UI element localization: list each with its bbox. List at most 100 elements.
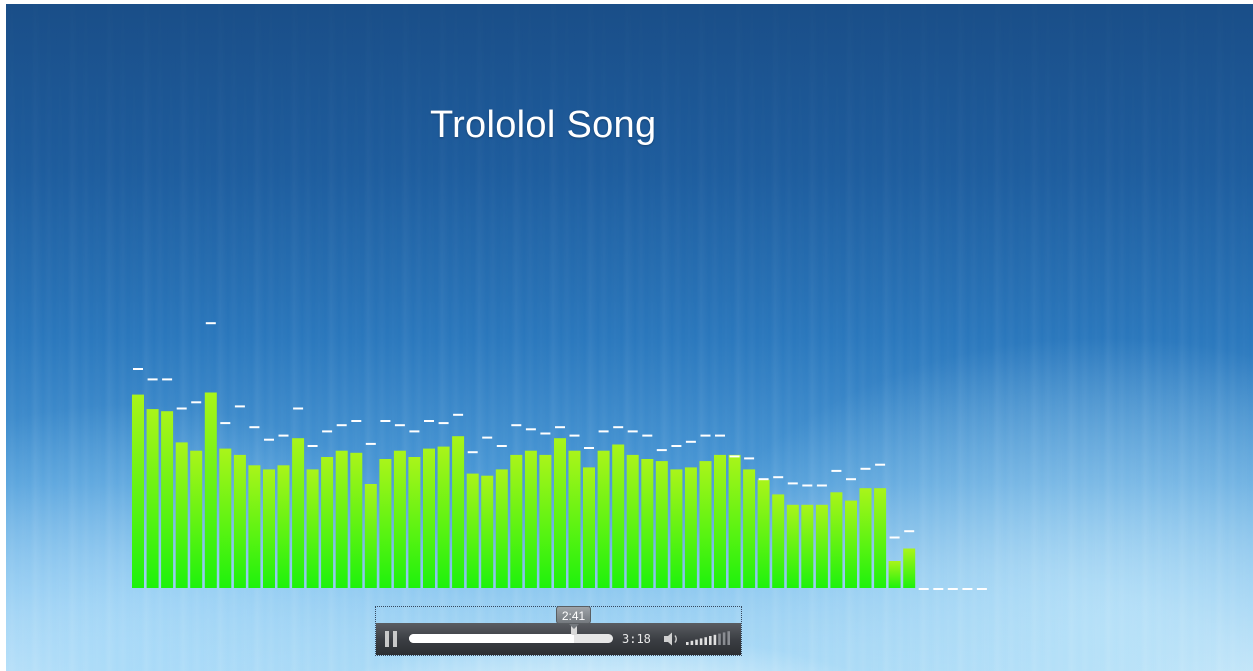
spectrum-peak xyxy=(816,484,827,487)
spectrum-bar xyxy=(830,492,843,588)
spectrum-peak xyxy=(467,451,478,454)
spectrum-peak xyxy=(889,536,900,539)
spectrum-bar xyxy=(132,394,144,588)
spectrum-peak xyxy=(700,434,711,437)
pause-button[interactable] xyxy=(385,631,397,647)
spectrum-peak xyxy=(875,463,886,466)
spectrum-peak xyxy=(162,378,173,381)
spectrum-peak xyxy=(787,482,798,485)
spectrum-peak xyxy=(627,430,638,433)
spectrum-bar xyxy=(393,450,406,588)
spectrum-peak xyxy=(365,442,376,445)
spectrum-peak xyxy=(525,428,536,431)
spectrum-peak xyxy=(511,424,522,427)
spectrum-bar xyxy=(641,459,654,588)
spectrum-bar xyxy=(728,454,741,588)
duration-label: 3:18 xyxy=(622,632,651,646)
spectrum-peak xyxy=(147,378,158,381)
spectrum-bar xyxy=(757,479,770,588)
pause-icon xyxy=(385,631,389,647)
spectrum-peak xyxy=(409,430,420,433)
spectrum-bar xyxy=(699,461,712,588)
spectrum-peak xyxy=(293,407,304,410)
volume-level-step xyxy=(686,642,689,645)
spectrum-peak xyxy=(394,424,405,427)
spectrum-bar xyxy=(277,465,290,588)
spectrum-bar xyxy=(495,469,508,588)
spectrum-bar xyxy=(248,465,261,588)
spectrum-peak xyxy=(569,434,580,437)
spectrum-bar xyxy=(321,457,334,588)
spectrum-bar xyxy=(190,450,203,588)
spectrum-bar xyxy=(335,450,348,588)
spectrum-peak xyxy=(540,432,551,435)
spectrum-bar xyxy=(175,442,188,588)
spectrum-peak xyxy=(918,588,929,590)
volume-level-icon[interactable] xyxy=(686,631,736,647)
seek-tooltip-arrow xyxy=(569,624,579,629)
spectrum-peak xyxy=(322,430,333,433)
spectrum-bar xyxy=(263,469,275,588)
spectrum-bar xyxy=(146,409,159,588)
spectrum-bar xyxy=(801,504,814,588)
volume-level-step xyxy=(704,637,707,645)
spectrum-peak xyxy=(482,436,493,439)
spectrum-peak xyxy=(220,422,231,425)
spectrum-peak xyxy=(176,407,187,410)
spectrum-peak xyxy=(962,588,973,590)
spectrum-peak xyxy=(191,401,202,404)
spectrum-bar xyxy=(815,504,828,588)
spectrum-peak xyxy=(598,430,609,433)
spectrum-bar xyxy=(684,467,697,588)
pause-icon-bar xyxy=(393,631,397,647)
spectrum-bar xyxy=(714,454,726,588)
spectrum-bar xyxy=(597,450,610,588)
spectrum-peak xyxy=(133,368,143,370)
spectrum-bar xyxy=(364,484,377,588)
spectrum-bar xyxy=(786,504,799,588)
spectrum-bar xyxy=(772,494,785,588)
spectrum-peak xyxy=(773,476,784,479)
spectrum-bar xyxy=(743,469,756,588)
speaker-icon[interactable] xyxy=(662,631,682,647)
spectrum-bar xyxy=(408,457,421,588)
spectrum-peak xyxy=(438,422,449,425)
spectrum-bar xyxy=(350,452,363,588)
spectrum-peak xyxy=(613,426,624,429)
spectrum-peak xyxy=(264,438,274,441)
spectrum-peak xyxy=(496,445,507,447)
spectrum-peak xyxy=(424,420,434,422)
spectrum-peak xyxy=(802,484,813,487)
spectrum-bar xyxy=(510,454,523,588)
spectrum-peak xyxy=(584,447,594,449)
spectrum-bar xyxy=(859,488,872,588)
volume-level-step xyxy=(722,632,726,645)
spectrum-bar xyxy=(670,469,683,588)
spectrum-bar xyxy=(466,473,479,588)
spectrum-bar xyxy=(219,448,232,588)
spectrum-bar xyxy=(874,488,887,588)
volume-level-step xyxy=(690,640,694,645)
volume-level-step xyxy=(718,633,721,645)
spectrum-bar xyxy=(524,450,537,588)
seek-time-tooltip: 2:41 xyxy=(556,606,591,624)
spectrum-peak xyxy=(205,322,216,325)
spectrum-peak xyxy=(947,588,958,590)
volume-level-step xyxy=(727,631,730,645)
spectrum-bar xyxy=(888,561,901,588)
spectrum-peak xyxy=(278,434,289,437)
volume-level-step xyxy=(699,638,703,645)
spectrum-peak xyxy=(234,405,245,408)
spectrum-peak xyxy=(758,478,769,481)
spectrum-bar xyxy=(292,438,305,588)
spectrum-bar xyxy=(379,459,392,588)
spectrum-peak xyxy=(249,426,260,429)
spectrum-peak xyxy=(846,478,856,481)
spectrum-bar xyxy=(539,454,552,588)
spectrum-bar xyxy=(437,446,450,588)
spectrum-peak xyxy=(307,445,318,447)
spectrum-peak xyxy=(380,420,391,422)
volume-level-step xyxy=(695,639,698,645)
spectrum-bars xyxy=(132,392,916,588)
seek-bar[interactable] xyxy=(409,634,613,643)
